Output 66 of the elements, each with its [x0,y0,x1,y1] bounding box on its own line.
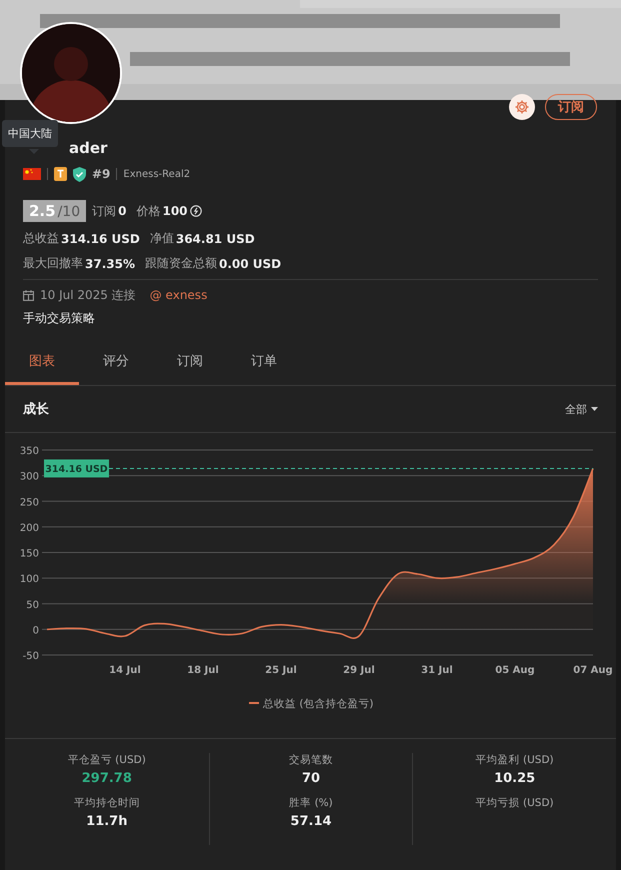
axis-tick-label: 200 [20,522,39,534]
axis-tick-label: 14 Jul [109,665,141,676]
metric-label: 最大回撤率 [23,255,83,272]
stat-label: 胜率 (%) [289,796,333,810]
axis-tick-label: 18 Jul [187,665,219,676]
stat-value: 100 [162,204,188,218]
t-badge-icon [54,167,67,181]
connected-date: 10 Jul 2025 连接 [40,286,136,304]
broker-link[interactable]: @ exness [150,288,208,302]
flag-icon [23,168,41,180]
stat-label: 平仓盈亏 (USD) [68,753,146,767]
tab[interactable]: 订单 [227,344,301,385]
stat-label: 订阅 [92,202,116,220]
value-tag: 314.16 USD [44,459,109,478]
stat-label: 价格 [136,202,160,220]
axis-tick-label: 350 [20,446,39,457]
axis-tick-label: -50 [22,651,39,662]
settings-button[interactable] [509,94,535,120]
stat-value: 0 [118,204,126,218]
tooltip: 中国大陆 [2,120,58,147]
subscribe-button[interactable]: 订阅 [545,94,597,120]
strategy-text: 手动交易策略 [22,310,96,327]
rank-label: #9 [92,167,110,181]
calendar-icon [23,290,34,300]
axis-tick-label: 29 Jul [343,665,375,676]
axis-tick-label: 250 [20,497,39,508]
metric-label: 净值 [150,230,174,247]
stat-value: 57.14 [290,814,332,829]
shield-check-icon [73,166,86,182]
stat-label: 交易笔数 [288,753,333,767]
axis-tick-label: 50 [26,600,39,611]
legend-label: 总收益 (包含持仓盈亏) [263,698,374,710]
stat-label: 平均盈利 (USD) [476,753,554,767]
stat-value: 70 [302,771,320,786]
axis-tick-label: 25 Jul [265,665,297,676]
tab[interactable]: 图表 [5,344,79,385]
stat-label: 平均亏损 (USD) [476,796,554,810]
tab[interactable]: 评分 [79,344,153,385]
metric-value: 364.81 USD [176,232,255,246]
metric-label: 跟随资金总额 [144,255,217,272]
stat-value: 11.7h [86,814,128,829]
axis-tick-label: 300 [20,472,39,483]
axis-tick-label: 07 Aug [573,665,613,676]
tooltip-arrow [29,149,39,154]
gear-icon [514,99,530,115]
filter-dropdown[interactable]: 全部 [565,402,598,416]
section-title: 成长 [23,401,49,418]
axis-tick-label: 150 [20,548,39,560]
metric-value: 37.35% [85,256,135,270]
tab[interactable]: 订阅 [153,344,227,385]
metric-value: 0.00 USD [218,256,282,270]
axis-tick-label: 0 [32,625,39,636]
annotation: 314.16 USD [45,464,108,475]
stat-label: 平均持仓时间 [74,796,140,810]
axis-tick-label: 31 Jul [421,665,453,676]
stat-value: 10.25 [494,771,536,786]
axis-tick-label: 05 Aug [495,665,535,676]
metric-label: 总收益 [23,230,59,247]
axis-tick-label: 100 [20,574,39,586]
metric-value: 314.16 USD [61,232,140,246]
stat-value: 297.78 [82,771,132,786]
score-max: /10 [58,204,80,220]
caret-icon [591,407,598,411]
score-value: 2.5 [29,202,56,220]
trader-name: ader [69,139,108,157]
server-label: Exness-Real2 [123,168,190,180]
